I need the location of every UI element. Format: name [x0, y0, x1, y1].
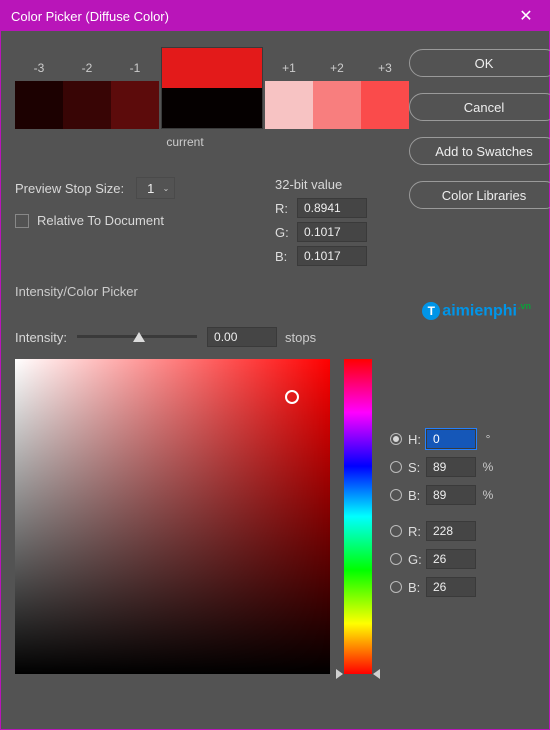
color-picker-dialog: Color Picker (Diffuse Color) ✕ -3 -2: [0, 0, 550, 730]
add-to-swatches-button[interactable]: Add to Swatches: [409, 137, 550, 165]
stop-swatch-plus-2[interactable]: [313, 81, 361, 129]
ok-button[interactable]: OK: [409, 49, 550, 77]
stop-swatch-plus-3[interactable]: [361, 81, 409, 129]
g-input[interactable]: [426, 549, 476, 569]
32bit-b-label: B:: [275, 249, 297, 264]
watermark: Taimienphi.vn: [422, 301, 531, 320]
intensity-input[interactable]: [207, 327, 277, 347]
r-input[interactable]: [426, 521, 476, 541]
hue-radio[interactable]: [390, 433, 402, 445]
hue-slider[interactable]: [344, 359, 372, 674]
32bit-g-label: G:: [275, 225, 297, 240]
32bit-r-input[interactable]: [297, 198, 367, 218]
red-radio[interactable]: [390, 525, 402, 537]
cancel-button[interactable]: Cancel: [409, 93, 550, 121]
r-label: R:: [408, 524, 426, 539]
stop-label: -1: [130, 61, 141, 77]
preview-stop-size-label: Preview Stop Size:: [15, 181, 124, 196]
h-unit: °: [480, 432, 496, 446]
intensity-picker-section-label: Intensity/Color Picker: [15, 284, 535, 299]
chevron-down-icon: ⌄: [163, 184, 170, 193]
relative-to-document-checkbox[interactable]: [15, 214, 29, 228]
watermark-icon: T: [422, 302, 440, 320]
stop-label: +1: [282, 61, 296, 77]
preview-stop-size-dropdown[interactable]: 1 ⌄: [136, 177, 175, 199]
close-button[interactable]: ✕: [503, 1, 549, 31]
intensity-unit: stops: [285, 330, 316, 345]
green-radio[interactable]: [390, 553, 402, 565]
exposure-stops-row: -3 -2 -1: [15, 49, 409, 129]
s-label: S:: [408, 460, 426, 475]
stop-label: -2: [82, 61, 93, 77]
close-icon: ✕: [519, 6, 532, 26]
32bit-g-input[interactable]: [297, 222, 367, 242]
32bit-value-title: 32-bit value: [275, 177, 367, 192]
32bit-b-input[interactable]: [297, 246, 367, 266]
stop-label: +2: [330, 61, 344, 77]
relative-to-document-label: Relative To Document: [37, 213, 164, 228]
stop-label: -3: [34, 61, 45, 77]
h-label: H:: [408, 432, 426, 447]
intensity-slider[interactable]: [77, 328, 197, 346]
stop-swatch-minus-1[interactable]: [111, 81, 159, 129]
sv-black-gradient: [15, 359, 330, 674]
b-label: B:: [408, 488, 426, 503]
bb-label: B:: [408, 580, 426, 595]
new-color-swatch[interactable]: [162, 48, 262, 88]
dialog-content: -3 -2 -1: [1, 31, 549, 729]
hue-pointer-right-icon: [373, 669, 380, 679]
b-input[interactable]: [426, 485, 476, 505]
b-unit: %: [480, 488, 496, 502]
g-label: G:: [408, 552, 426, 567]
stop-swatch-plus-1[interactable]: [265, 81, 313, 129]
bb-input[interactable]: [426, 577, 476, 597]
32bit-r-label: R:: [275, 201, 297, 216]
sv-cursor[interactable]: [285, 390, 299, 404]
stop-label: +3: [378, 61, 392, 77]
current-label: current: [63, 135, 307, 149]
stop-swatch-minus-2[interactable]: [63, 81, 111, 129]
stop-swatch-minus-3[interactable]: [15, 81, 63, 129]
new-current-swatch: [161, 47, 263, 129]
hue-pointer-left-icon: [336, 669, 343, 679]
saturation-value-box[interactable]: [15, 359, 330, 674]
intensity-label: Intensity:: [15, 330, 67, 345]
s-unit: %: [480, 460, 496, 474]
dropdown-value: 1: [147, 181, 154, 196]
h-input[interactable]: [426, 429, 476, 449]
saturation-radio[interactable]: [390, 461, 402, 473]
blue-radio[interactable]: [390, 581, 402, 593]
titlebar[interactable]: Color Picker (Diffuse Color) ✕: [1, 1, 549, 31]
brightness-radio[interactable]: [390, 489, 402, 501]
color-libraries-button[interactable]: Color Libraries: [409, 181, 550, 209]
s-input[interactable]: [426, 457, 476, 477]
current-color-swatch[interactable]: [162, 88, 262, 128]
window-title: Color Picker (Diffuse Color): [11, 9, 169, 24]
slider-thumb[interactable]: [133, 332, 145, 342]
